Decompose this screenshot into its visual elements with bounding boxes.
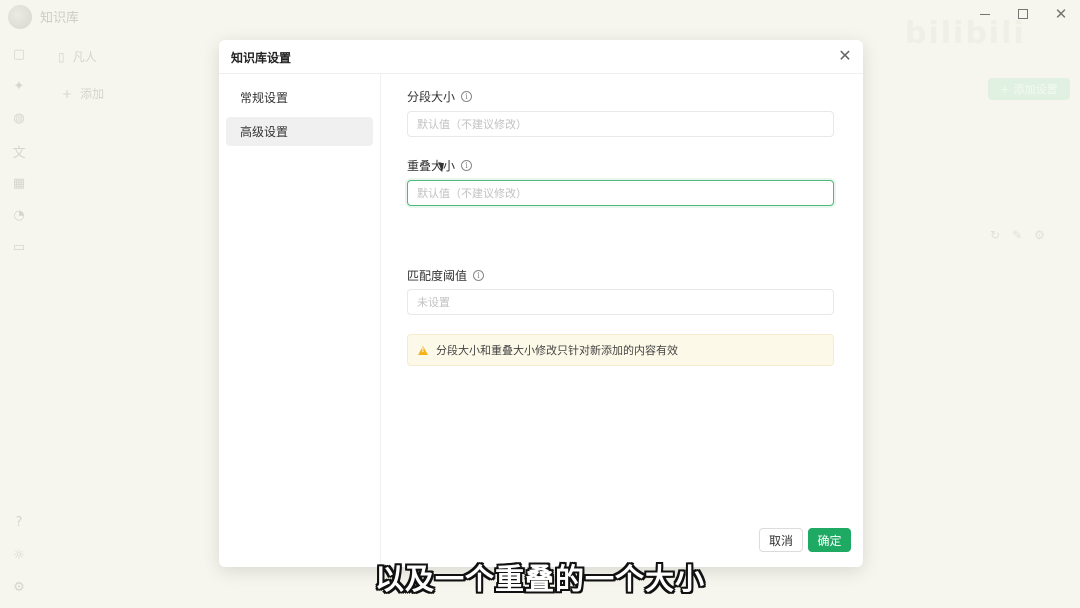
warning-notice: 分段大小和重叠大小修改只针对新添加的内容有效 [407,334,834,366]
dialog-header: 知识库设置 ✕ [219,40,863,74]
notice-text: 分段大小和重叠大小修改只针对新添加的内容有效 [436,344,678,357]
ok-button[interactable]: 确定 [808,528,851,552]
info-icon[interactable]: i [461,91,473,102]
nav-advanced-settings[interactable]: 高级设置 [226,117,373,146]
kb-settings-dialog: 知识库设置 ✕ 常规设置 高级设置 分段大小 i 重叠大小 i 匹配度阈值 i … [219,40,863,567]
chunk-size-label: 分段大小 i [407,88,473,105]
chunk-size-label-text: 分段大小 [407,90,456,104]
cancel-button[interactable]: 取消 [759,528,803,552]
nav-general-settings[interactable]: 常规设置 [226,83,373,112]
video-subtitle: 以及一个重叠的一个大小 [374,562,705,596]
match-threshold-input[interactable] [407,289,834,315]
overlap-size-label-text: 重叠大小 [407,159,456,173]
warning-icon [418,345,428,355]
dialog-title: 知识库设置 [231,51,292,65]
dialog-nav: 常规设置 高级设置 [219,74,381,567]
match-threshold-label-text: 匹配度阈值 [407,269,468,283]
overlap-size-input[interactable] [407,180,834,206]
chunk-size-input[interactable] [407,111,834,137]
info-icon[interactable]: i [461,160,473,171]
info-icon[interactable]: i [473,270,485,281]
close-icon[interactable]: ✕ [837,48,853,64]
match-threshold-label: 匹配度阈值 i [407,267,485,284]
